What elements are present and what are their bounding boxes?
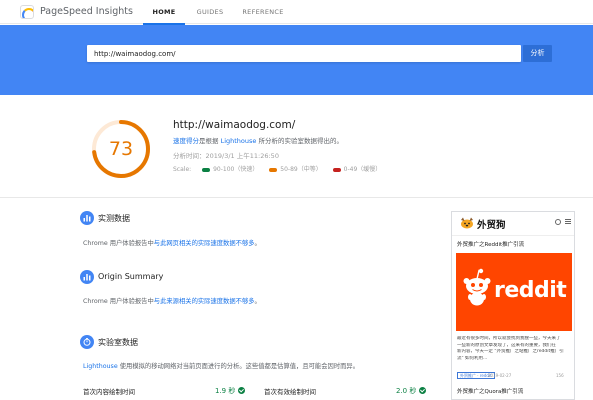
snippet-line: 流" 如何利用... [457,355,488,361]
origin-summary-prefix: Chrome 用户体验报告中 [83,298,154,305]
green-dot-icon [202,167,211,172]
preview-views: 156 [556,373,564,378]
reddit-alien-icon [463,268,491,306]
origin-summary-text: Chrome 用户体验报告中与此来源相关的实际速度数据不够多。 [83,296,261,305]
field-data-suffix: 。 [254,240,261,247]
analyze-button[interactable]: 分析 [523,45,552,62]
score-value: 73 [108,138,134,160]
origin-summary-link[interactable]: 与此来源相关的实际速度数据不够多 [154,298,255,305]
field-data-text: Chrome 用户体验报告中与此网页相关的实际速度数据不够多。 [83,238,261,247]
preview-article-title: 外贸推广之Reddit推广引流 [457,242,525,248]
snippet-line: 新内容，今天一定 "外贸推广之站推广之reddit推广引 [457,349,564,354]
origin-summary-title: Origin Summary [98,272,164,281]
field-data-icon [80,211,94,225]
desc-tail: 所分析的实验室数据得出的。 [256,137,343,145]
tab-home[interactable]: HOME [143,0,185,25]
speed-score-link[interactable]: 速度得分 [173,137,199,145]
analysis-time: 分析时间：2019/3/1 上午11:26:50 [173,152,279,160]
pass-check-icon [419,387,426,394]
preview-article2-title: 外贸推广之Quora推广引流 [457,389,524,395]
lab-data-title: 实验室数据 [98,338,138,347]
tab-guides[interactable]: GUIDES [191,0,229,24]
app-brand: PageSpeed Insights [40,6,133,17]
legend-item-average: 50-89（中等） [269,164,322,173]
score-description: 速度得分是根据 Lighthouse 所分析的实验室数据得出的。 [173,135,343,145]
preview-snippet: 最近有很多时间，所以就会找到我搜一些，今天来了 一些新的原创文章发现了，这来有的… [457,336,571,362]
field-data-link[interactable]: 与此网页相关的实际速度数据不够多 [154,240,255,247]
dog-logo-icon [461,217,473,229]
legend-label: 0-49（缓慢） [343,166,382,173]
legend-item-slow: 0-49（缓慢） [332,164,382,173]
preview-date: 2019-02-27 [488,373,512,378]
tab-reference[interactable]: REFERENCE [238,0,288,24]
analyzed-url: http://waimaodog.com/ [173,119,296,131]
lab-lighthouse-link[interactable]: Lighthouse [83,363,118,370]
legend-label: 50-89（中等） [280,166,322,173]
metric-fmp-value: 2.0 秒 [396,387,417,395]
lighthouse-link[interactable]: Lighthouse [221,137,257,145]
metric-fcp-label: 首次内容绘制时间 [83,388,135,396]
field-data-title: 实测数据 [98,214,130,223]
lab-data-rest: 使用模拟的移动网络对当前页面进行的分析。这些值都是估算值，且可能会因时而异。 [117,363,360,370]
lab-data-icon [80,335,94,349]
desc-mid: 是根据 [199,137,221,145]
metric-fcp-value: 1.9 秒 [215,387,236,395]
origin-summary-icon [80,270,94,284]
legend-scale-label: Scale: [173,166,192,173]
field-data-prefix: Chrome 用户体验报告中 [83,240,154,247]
menu-icon [565,219,571,224]
lab-data-text: Lighthouse 使用模拟的移动网络对当前页面进行的分析。这些值都是估算值，… [83,361,359,370]
snippet-line: 最近有很多时间，所以就会找到我搜一些，今天来了 [457,336,561,341]
pass-check-icon [238,387,245,394]
page-screenshot-preview: 外贸狗 外贸推广之Reddit推广引流 reddit 最近有很多时间，所以就会找… [451,211,575,400]
pagespeed-logo-icon [20,5,34,19]
hero-banner: 分析 [0,25,593,95]
score-legend: Scale: 90-100（快速） 50-89（中等） 0-49（缓慢） [173,164,390,173]
section-divider [0,197,593,198]
metric-fmp-label: 首次有效绘制时间 [264,388,316,396]
search-icon [555,219,561,225]
reddit-wordmark: reddit [494,278,567,303]
origin-summary-suffix: 。 [254,298,261,305]
top-nav: PageSpeed Insights HOME GUIDES REFERENCE [0,0,593,25]
orange-dot-icon [269,167,278,172]
reddit-banner-image: reddit [456,253,572,331]
preview-divider [452,235,574,236]
legend-item-fast: 90-100（快速） [202,164,258,173]
url-input[interactable] [87,45,521,62]
red-dot-icon [332,167,341,172]
legend-label: 90-100（快速） [213,166,259,173]
preview-brand: 外贸狗 [477,220,506,231]
